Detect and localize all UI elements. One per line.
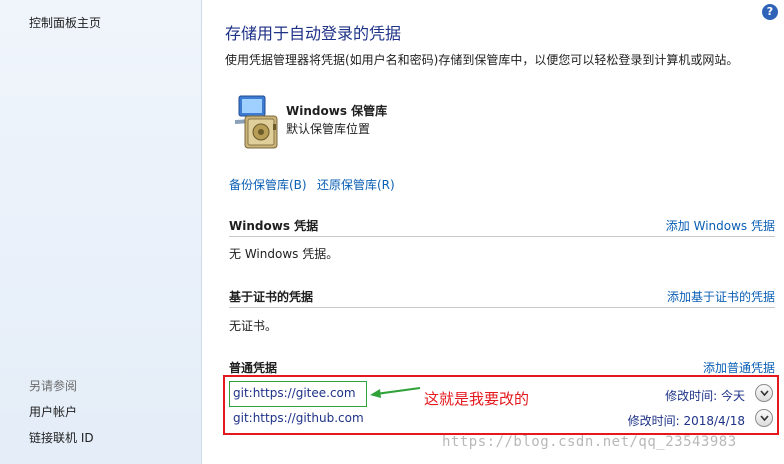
backup-vault-link[interactable]: 备份保管库(B) xyxy=(229,176,307,193)
annotation-text: 这就是我要改的 xyxy=(424,390,530,408)
cert-credentials-title: 基于证书的凭据 xyxy=(229,290,314,304)
see-also-label: 另请参阅 xyxy=(29,379,78,393)
vault-location: 默认保管库位置 xyxy=(286,122,371,136)
sidebar-link-online-id[interactable]: 链接联机 ID xyxy=(29,429,94,446)
vault-icon xyxy=(235,95,278,149)
page-title: 存储用于自动登录的凭据 xyxy=(225,24,402,43)
add-generic-credential-link[interactable]: 添加普通凭据 xyxy=(703,359,775,376)
vault-name: Windows 保管库 xyxy=(286,104,388,118)
help-icon[interactable]: ? xyxy=(762,4,778,20)
sidebar-home-link[interactable]: 控制面板主页 xyxy=(29,14,101,31)
sidebar-user-accounts-link[interactable]: 用户帐户 xyxy=(29,403,77,420)
windows-credentials-header: Windows 凭据 添加 Windows 凭据 xyxy=(229,215,775,237)
generic-credentials-title: 普通凭据 xyxy=(229,361,278,375)
cert-credentials-header: 基于证书的凭据 添加基于证书的凭据 xyxy=(229,286,775,308)
watermark: https://blog.csdn.net/qq_23543983 xyxy=(442,434,737,450)
annotation-arrow-icon xyxy=(370,387,421,398)
add-windows-credential-link[interactable]: 添加 Windows 凭据 xyxy=(666,217,775,234)
sidebar: 控制面板主页 另请参阅 用户帐户 链接联机 ID xyxy=(0,0,202,464)
windows-credentials-title: Windows 凭据 xyxy=(229,219,319,233)
cert-credentials-empty: 无证书。 xyxy=(229,319,278,333)
restore-vault-link[interactable]: 还原保管库(R) xyxy=(317,176,395,193)
add-cert-credential-link[interactable]: 添加基于证书的凭据 xyxy=(667,288,775,305)
windows-credentials-empty: 无 Windows 凭据。 xyxy=(229,247,339,261)
page-description: 使用凭据管理器将凭据(如用户名和密码)存储到保管库中，以便您可以轻松登录到计算机… xyxy=(225,53,739,67)
annotation-green-box xyxy=(229,381,367,407)
